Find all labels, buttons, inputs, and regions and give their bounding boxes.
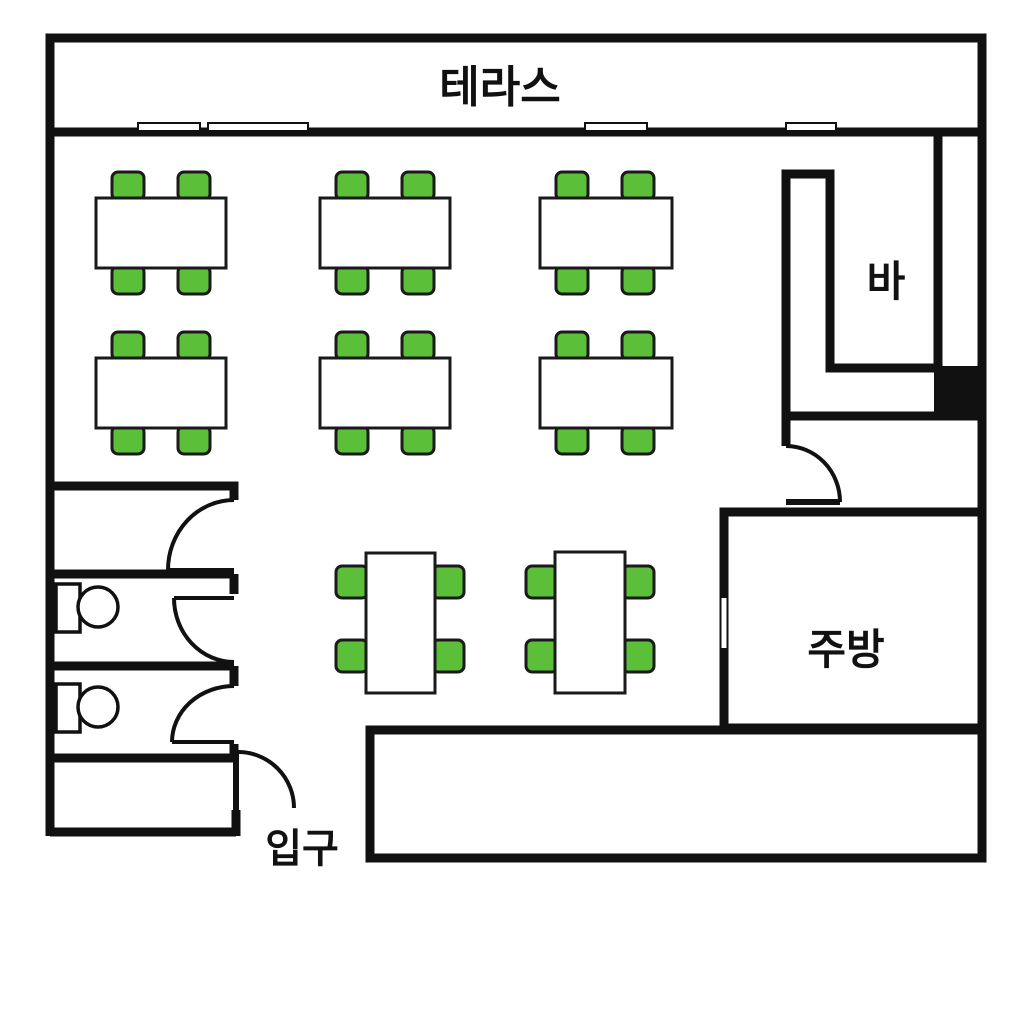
chair (430, 564, 466, 600)
chair (400, 330, 436, 362)
restroom-door-swing-3 (170, 684, 235, 743)
chair (620, 564, 656, 600)
bar-label: 바 (867, 257, 906, 306)
table (538, 196, 674, 270)
table-set-1 (94, 170, 228, 296)
table-set-5 (318, 330, 452, 456)
table-set-7 (334, 551, 466, 695)
terrace-label: 테라스 (439, 62, 560, 113)
restroom-doors (166, 498, 235, 744)
chair (334, 264, 370, 296)
restroom-top-wall (50, 481, 239, 500)
chair (400, 170, 436, 202)
restroom-door-swing-1 (166, 498, 235, 571)
toilet-1 (54, 582, 120, 634)
chair (620, 424, 656, 456)
chair (620, 330, 656, 362)
bar-door-swing (785, 444, 842, 503)
chair (554, 170, 590, 202)
chair (334, 170, 370, 202)
chair (400, 264, 436, 296)
chair (334, 424, 370, 456)
chair (430, 638, 466, 674)
chair (334, 330, 370, 362)
chair (620, 264, 656, 296)
chair (176, 330, 212, 362)
restroom-bottom-wall (50, 744, 239, 763)
entrance-label: 입구 (265, 826, 339, 872)
chair (524, 564, 560, 600)
service-counter (365, 725, 987, 863)
chair (400, 424, 436, 456)
table-set-4 (94, 330, 228, 456)
table (94, 356, 228, 430)
table (553, 550, 627, 695)
table (94, 196, 228, 270)
table-set-6 (538, 330, 674, 456)
chair (110, 170, 146, 202)
kitchen-wall (719, 507, 982, 733)
bar-counter (781, 132, 943, 418)
floor-plan: 테라스 바 주방 입구 (45, 33, 987, 872)
kitchen-area (719, 507, 982, 733)
table-set-3 (538, 170, 674, 296)
table (538, 356, 674, 430)
window-1 (137, 122, 201, 132)
table (364, 551, 437, 695)
window-4 (785, 122, 837, 132)
chair (554, 330, 590, 362)
chair (176, 424, 212, 456)
chair (554, 264, 590, 296)
chair (620, 638, 656, 674)
chair (110, 264, 146, 296)
toilet-2 (54, 682, 120, 734)
chair (110, 424, 146, 456)
window-3 (584, 122, 648, 132)
chair (176, 170, 212, 202)
dining-tables (94, 170, 674, 695)
kitchen-label: 주방 (807, 625, 884, 674)
chair (110, 330, 146, 362)
table-set-8 (524, 550, 656, 695)
entrance-door (233, 750, 296, 810)
chair (554, 424, 590, 456)
chair (176, 264, 212, 296)
table (318, 356, 452, 430)
window-2 (207, 122, 309, 132)
table-set-2 (318, 170, 452, 296)
toilet-bowl-2 (76, 685, 120, 729)
table (318, 196, 452, 270)
chair (334, 638, 370, 674)
toilet-bowl-1 (76, 585, 120, 629)
entrance-door-swing (237, 750, 296, 809)
bar-pillar (934, 366, 982, 418)
chair (334, 564, 370, 600)
chair (620, 170, 656, 202)
bar-area (781, 132, 982, 505)
chair (524, 638, 560, 674)
restroom-door-swing-2 (172, 597, 235, 664)
